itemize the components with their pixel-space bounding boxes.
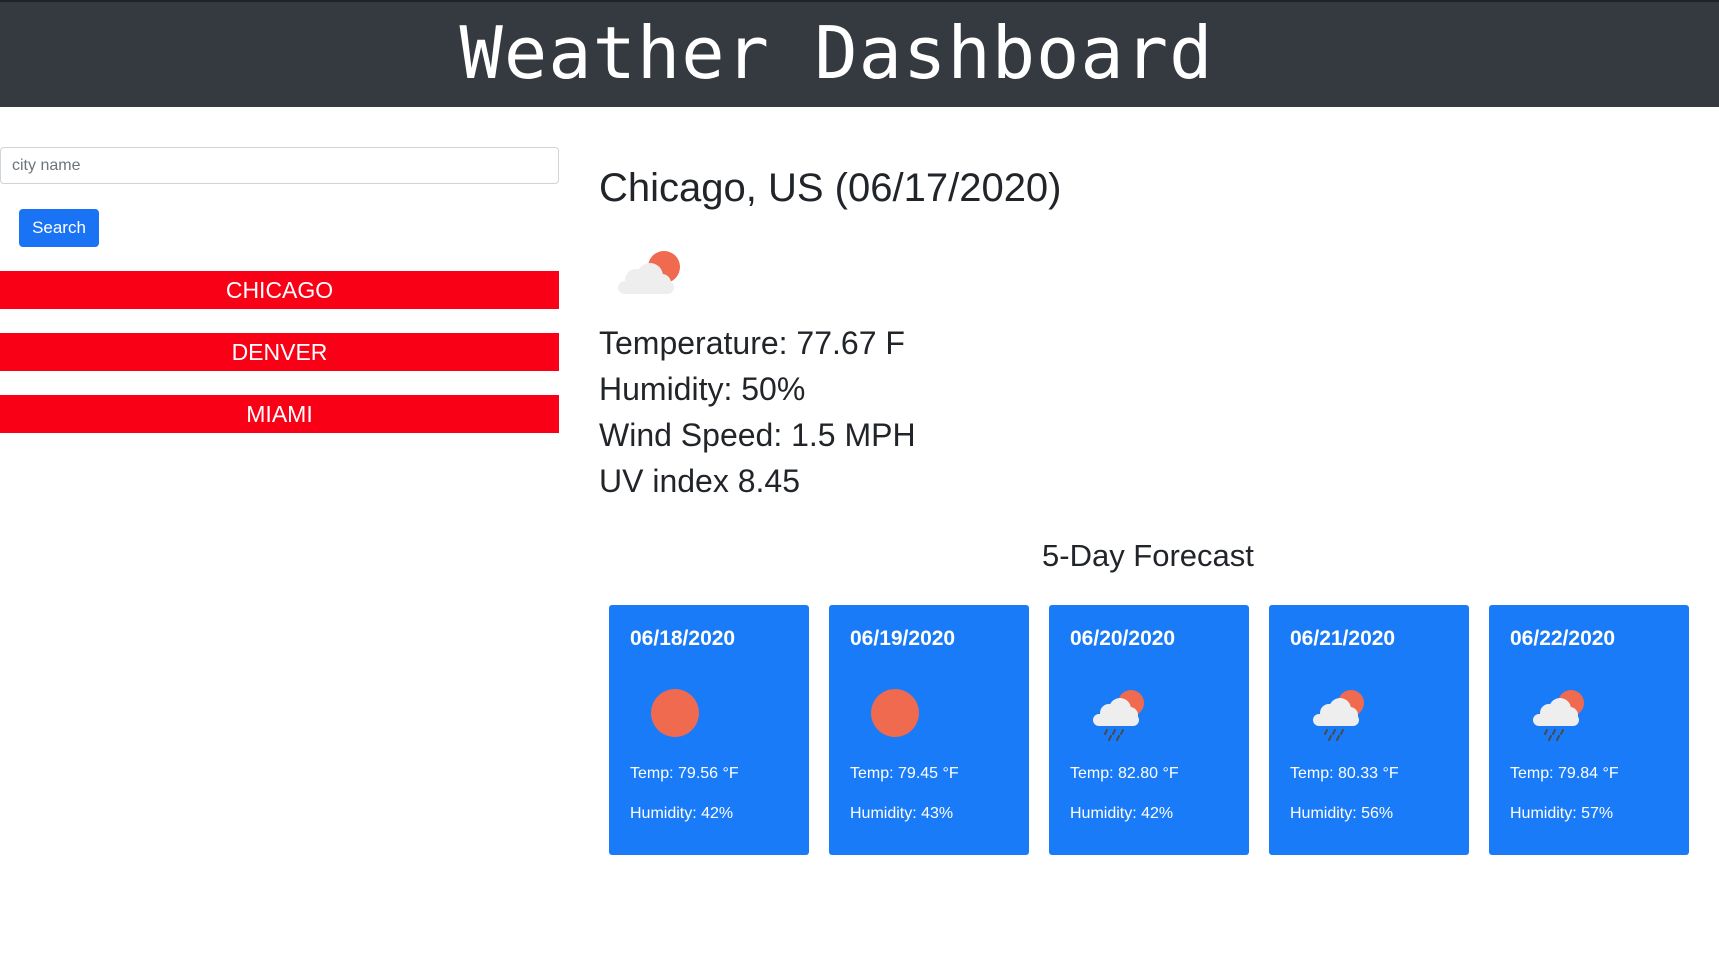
current-city-title: Chicago, US (06/17/2020) [599,166,1062,210]
forecast-card: 06/19/2020 Temp: 79.45 °F Humidity: 43% [829,605,1029,855]
rain-cloud-sun-icon [1533,690,1584,741]
history-city-miami-button[interactable]: MIAMI [0,395,559,433]
forecast-humidity: Humidity: 42% [630,805,734,822]
current-temperature: Temperature: 77.67 F [599,325,905,361]
rain-cloud-sun-icon [1313,690,1364,741]
current-wind-speed: Wind Speed: 1.5 MPH [599,417,916,453]
forecast-humidity: Humidity: 42% [1070,805,1174,822]
partly-cloudy-icon [618,251,680,294]
forecast-date: 06/22/2020 [1510,627,1616,650]
forecast-card: 06/18/2020 Temp: 79.56 °F Humidity: 42% [609,605,809,855]
forecast-card: 06/21/2020 Temp: 80.33 °F Humidity: 56% [1269,605,1469,855]
current-uv-index: UV index 8.45 [599,463,801,499]
forecast-temp: Temp: 79.84 °F [1510,765,1619,782]
forecast-card: 06/22/2020 Temp: 79.84 °F Humidity: 57% [1489,605,1689,855]
forecast-temp: Temp: 79.45 °F [850,765,959,782]
city-search-input[interactable] [0,147,559,184]
app-header: Weather Dashboard [0,0,1719,107]
history-city-chicago-button[interactable]: CHICAGO [0,271,559,309]
forecast-humidity: Humidity: 56% [1290,805,1394,822]
forecast-date: 06/19/2020 [850,627,956,650]
forecast-temp: Temp: 82.80 °F [1070,765,1179,782]
forecast-humidity: Humidity: 57% [1510,805,1614,822]
page-title: Weather Dashboard [459,10,1214,95]
forecast-temp: Temp: 80.33 °F [1290,765,1399,782]
rain-cloud-sun-icon [1093,690,1144,741]
sun-icon [871,689,919,737]
sun-icon [651,689,699,737]
forecast-card: 06/20/2020 Temp: 82.80 °F Humidity: 42% [1049,605,1249,855]
forecast-date: 06/21/2020 [1290,627,1396,650]
forecast-humidity: Humidity: 43% [850,805,954,822]
forecast-title: 5-Day Forecast [1042,538,1254,573]
forecast-date: 06/20/2020 [1070,627,1176,650]
forecast-date: 06/18/2020 [630,627,736,650]
search-button[interactable]: Search [19,209,99,247]
forecast-temp: Temp: 79.56 °F [630,765,739,782]
current-humidity: Humidity: 50% [599,371,806,407]
history-city-denver-button[interactable]: DENVER [0,333,559,371]
